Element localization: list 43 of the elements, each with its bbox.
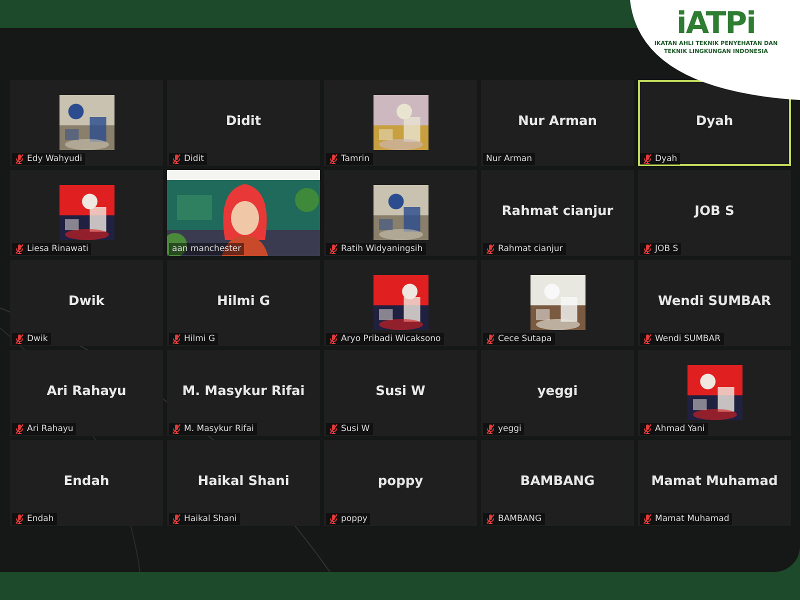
participant-name: Didit xyxy=(184,154,204,164)
participant-display-name: poppy xyxy=(376,474,424,489)
participant-display-name: yeggi xyxy=(536,384,579,399)
participant-display-name: Hilmi G xyxy=(216,294,271,309)
participant-name: M. Masykur Rifai xyxy=(184,424,254,434)
participant-display-name: Dyah xyxy=(694,114,734,129)
participant-name: Dwik xyxy=(27,334,48,344)
participant-name: Susi W xyxy=(341,424,370,434)
participant-name: Aryo Pribadi Wicaksono xyxy=(341,334,441,344)
participant-display-name: Mamat Muhamad xyxy=(650,474,779,489)
participant-display-name: Ari Rahayu xyxy=(46,384,128,399)
participant-display-name: Wendi SUMBAR xyxy=(656,294,772,309)
participant-name: BAMBANG xyxy=(498,514,542,524)
participant-display-name: Didit xyxy=(224,114,262,129)
participant-display-name: Rahmat cianjur xyxy=(500,204,614,219)
participant-name: Edy Wahyudi xyxy=(27,154,82,164)
participant-name: Dyah xyxy=(655,154,678,164)
participant-display-name: Nur Arman xyxy=(516,114,598,129)
participant-name: aan manchester xyxy=(172,244,242,254)
participant-display-name: Endah xyxy=(62,474,110,489)
participant-display-name: M. Masykur Rifai xyxy=(181,384,306,399)
participant-display-name: Susi W xyxy=(374,384,426,399)
logo: iATPi xyxy=(676,8,756,40)
participant-display-name: Haikal Shani xyxy=(196,474,290,489)
participant-name: Rahmat cianjur xyxy=(498,244,563,254)
participant-name: Haikal Shani xyxy=(184,514,237,524)
participant-name: Nur Arman xyxy=(486,154,532,164)
participant-name: Ratih Widyaningsih xyxy=(341,244,423,254)
participant-display-name: JOB S xyxy=(692,204,736,219)
participant-name: Liesa Rinawati xyxy=(27,244,88,254)
participant-name: Ari Rahayu xyxy=(27,424,74,434)
participant-name: Cece Sutapa xyxy=(498,334,552,344)
participant-name: Ahmad Yani xyxy=(655,424,705,434)
participant-name: Tamrin xyxy=(341,154,370,164)
participant-name: JOB S xyxy=(655,244,678,254)
participant-display-name: BAMBANG xyxy=(519,474,596,489)
participant-name: Wendi SUMBAR xyxy=(655,334,720,344)
participant-name: Mamat Muhamad xyxy=(655,514,730,524)
participant-name: Hilmi G xyxy=(184,334,216,344)
participant-name: yeggi xyxy=(498,424,522,434)
participant-display-name: Dwik xyxy=(68,294,106,309)
participant-name: poppy xyxy=(341,514,368,524)
participant-name: Endah xyxy=(27,514,54,524)
